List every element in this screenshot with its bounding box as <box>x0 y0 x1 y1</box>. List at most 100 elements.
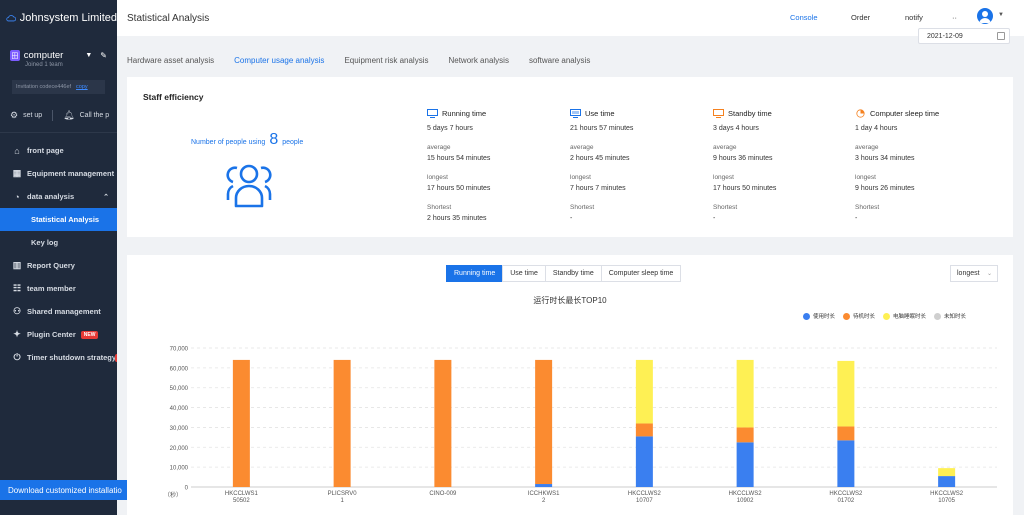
stat-label: average <box>427 144 451 151</box>
stat-average: 3 hours 34 minutes <box>855 155 915 162</box>
stat-label: longest <box>427 174 448 181</box>
sidebar-item-label: Equipment management <box>27 169 115 178</box>
bar-segment <box>938 468 956 477</box>
y-tick-label: 40,000 <box>170 406 189 412</box>
sidebar-item-timer-shutdown[interactable]: ⏻ Timer shutdown strategy <box>0 346 117 369</box>
quick-actions: ⚙ set up 🔔︎ Call the p <box>0 108 117 122</box>
tab-equipment-risk[interactable]: Equipment risk analysis <box>344 56 428 65</box>
chart-title: 运行时长最长TOP10 <box>533 296 607 305</box>
x-tick-label: HKCCLWS1 <box>225 491 259 497</box>
home-icon: ⌂ <box>14 145 20 156</box>
sidebar-item-plugin-center[interactable]: ✦ Plugin Center NEW <box>0 323 117 346</box>
stat-total: 3 days 4 hours <box>713 125 759 132</box>
more-menu[interactable]: ·· <box>952 13 957 22</box>
stat-title: Running time <box>442 108 487 118</box>
bar-segment <box>232 359 250 487</box>
tab-software[interactable]: software analysis <box>529 56 590 65</box>
sidebar-item-label: Statistical Analysis <box>31 215 100 224</box>
x-tick-label: HKCCLWS2 <box>930 491 964 497</box>
user-icon <box>979 11 991 23</box>
sidebar-item-label: Report Query <box>27 261 75 270</box>
bar-segment <box>635 436 653 487</box>
team-icon: 田 <box>10 50 20 61</box>
share-icon: ⚇ <box>12 306 22 316</box>
y-axis-unit: （秒） <box>164 491 182 499</box>
sidebar-item-data-analysis[interactable]: ◔ data analysis ⌃ <box>0 185 117 208</box>
sidebar-item-equipment[interactable]: ▦ Equipment management <box>0 162 117 185</box>
console-link[interactable]: Console <box>790 13 818 22</box>
legend-label: 使用时长 <box>813 314 836 320</box>
notify-link[interactable]: notify <box>905 13 923 22</box>
sidebar-item-statistical-analysis[interactable]: Statistical Analysis <box>0 208 117 231</box>
setup-link[interactable]: set up <box>23 112 42 119</box>
sidebar-item-key-log[interactable]: Key log <box>0 231 117 254</box>
sidebar-item-shared-management[interactable]: ⚇ Shared management <box>0 300 117 323</box>
copy-link[interactable]: copy <box>76 84 88 90</box>
stat-average: 2 hours 45 minutes <box>570 155 630 162</box>
running-time-button[interactable]: Running time <box>446 265 504 282</box>
monitor-screen-icon <box>570 108 581 118</box>
legend-item[interactable]: 未知时长 <box>934 312 966 320</box>
status-marker <box>115 353 117 362</box>
sort-select[interactable]: longest ⌄ <box>950 265 998 282</box>
avatar[interactable] <box>977 8 993 24</box>
invitation-code: Invitation codece446ef copy <box>12 80 105 94</box>
stat-standby-time: Standby time 3 days 4 hours average 9 ho… <box>713 107 843 225</box>
bar-segment <box>736 427 754 443</box>
call-link[interactable]: Call the p <box>80 112 110 119</box>
legend-dot <box>803 312 810 320</box>
team-icon: ☷ <box>12 283 22 293</box>
team-switcher[interactable]: 田 computer ▼ ✎ Joined 1 team <box>0 36 117 68</box>
y-tick-label: 50,000 <box>170 386 189 392</box>
legend-item[interactable]: 电脑睡眠时长 <box>883 312 926 320</box>
legend-dot <box>843 312 851 320</box>
users-icon <box>226 164 272 208</box>
x-tick-label: HKCCLWS2 <box>628 491 662 497</box>
people-prefix: Number of people using <box>191 139 266 146</box>
download-installer-button[interactable]: Download customized installatio <box>0 480 130 500</box>
use-time-button[interactable]: Use time <box>502 265 546 282</box>
bar-chart: 0 10,000 20,000 30,000 40,000 50,000 60,000 70,… <box>164 347 997 504</box>
legend-dot <box>883 312 891 320</box>
legend-item[interactable]: 待机时长 <box>843 312 875 320</box>
tab-computer-usage[interactable]: Computer usage analysis <box>234 56 324 65</box>
edit-icon[interactable]: ✎ <box>100 51 107 60</box>
sidebar-item-report-query[interactable]: ▥ Report Query <box>0 254 117 277</box>
caret-down-icon[interactable]: ▼ <box>85 52 92 59</box>
device-icon: ▦ <box>12 168 22 178</box>
puzzle-icon: ✦ <box>13 329 21 339</box>
sleep-time-button[interactable]: Computer sleep time <box>600 265 682 282</box>
date-picker[interactable]: 2021-12-09 <box>918 28 1010 44</box>
bell-icon[interactable]: 🔔︎ <box>63 110 74 121</box>
tab-network[interactable]: Network analysis <box>448 56 508 65</box>
brand[interactable]: Johnsystem Limited <box>0 0 117 36</box>
sidebar-item-team-member[interactable]: ☷ team member <box>0 277 117 300</box>
stat-use-time: Use time 21 hours 57 minutes average 2 h… <box>570 107 700 225</box>
legend-item[interactable]: 使用时长 <box>803 312 835 320</box>
y-tick-label: 60,000 <box>170 366 189 372</box>
stat-shortest: 2 hours 35 minutes <box>427 215 487 222</box>
legend-label: 电脑睡眠时长 <box>893 314 927 320</box>
x-tick-label: 10707 <box>636 498 653 504</box>
caret-down-icon[interactable]: ▼ <box>998 12 1004 18</box>
y-tick-label: 30,000 <box>170 426 189 432</box>
standby-time-button[interactable]: Standby time <box>544 265 602 282</box>
tab-hardware-asset[interactable]: Hardware asset analysis <box>127 56 214 65</box>
x-tick-label: PLICSRV0 <box>328 491 358 497</box>
monitor-icon <box>427 108 438 118</box>
gear-icon[interactable]: ⚙ <box>10 110 18 121</box>
x-tick-label: 1 <box>340 498 344 504</box>
stat-average: 15 hours 54 minutes <box>427 155 491 162</box>
bar-segment <box>635 423 653 437</box>
new-badge: NEW <box>80 330 99 339</box>
stat-shortest: - <box>570 215 573 222</box>
page-title: Statistical Analysis <box>127 12 210 24</box>
sort-select-value: longest <box>957 270 980 277</box>
stat-shortest: - <box>713 215 716 222</box>
stat-longest: 7 hours 7 minutes <box>570 185 626 192</box>
sidebar-item-front-page[interactable]: ⌂ front page <box>0 139 117 162</box>
order-link[interactable]: Order <box>851 13 870 22</box>
bar-segment <box>837 440 855 487</box>
bar-segment <box>635 359 653 424</box>
card-title: Staff efficiency <box>143 92 204 102</box>
